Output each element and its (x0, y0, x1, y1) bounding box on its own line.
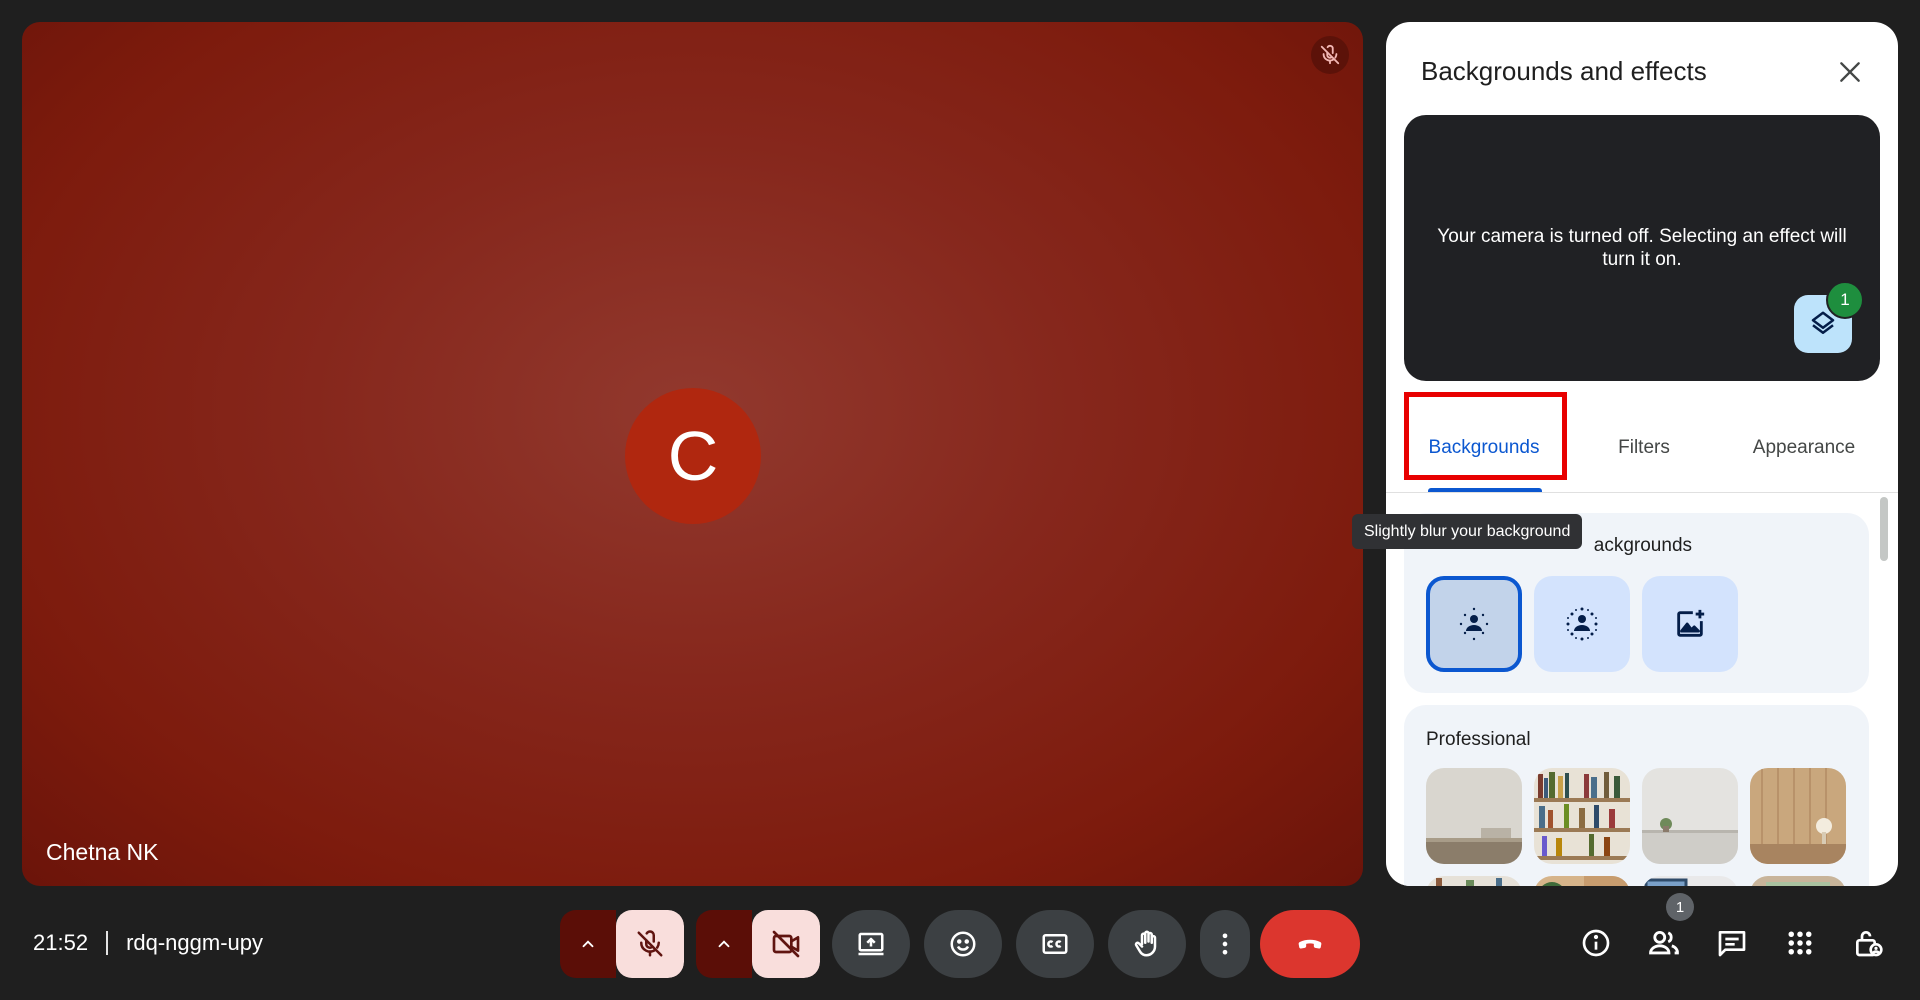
present-screen-icon (858, 932, 884, 956)
add-background-button[interactable] (1642, 576, 1738, 672)
background-thumbnail[interactable] (1642, 768, 1738, 864)
active-tab-indicator (1428, 488, 1542, 492)
raise-hand-button[interactable] (1108, 910, 1186, 978)
background-thumbnail[interactable] (1750, 768, 1846, 864)
chevron-up-icon (582, 940, 594, 948)
green-room-image (1750, 876, 1846, 886)
background-thumbnail[interactable] (1426, 876, 1522, 886)
wall-room-image (1426, 768, 1522, 864)
close-icon (1840, 62, 1860, 82)
people-count-badge: 1 (1666, 893, 1694, 921)
add-image-icon (1677, 609, 1705, 637)
effects-count-badge: 1 (1826, 281, 1864, 319)
host-controls-icon (1856, 931, 1883, 957)
end-call-icon (1298, 939, 1322, 949)
tab-label: Filters (1618, 437, 1670, 458)
blur-icon (1566, 607, 1598, 641)
microphone-control (560, 910, 684, 978)
more-options-icon (1222, 933, 1228, 955)
camera-toggle-button[interactable] (752, 910, 820, 978)
emoji-icon (950, 931, 976, 957)
audio-settings-button[interactable] (560, 910, 616, 978)
reactions-button[interactable] (924, 910, 1002, 978)
wood-panel-image (1750, 768, 1846, 864)
panel-scrollbar[interactable] (1880, 497, 1888, 561)
camera-off-icon (772, 930, 800, 958)
mic-off-icon (637, 930, 663, 957)
blur-button[interactable] (1534, 576, 1630, 672)
captions-button[interactable] (1016, 910, 1094, 978)
clock-time: 21:52 (33, 930, 89, 955)
background-thumbnail[interactable] (1534, 768, 1630, 864)
divider (106, 931, 109, 955)
backgrounds-list[interactable]: Blur and personal backgrounds (1386, 493, 1898, 886)
video-settings-button[interactable] (696, 910, 752, 978)
end-call-button[interactable] (1260, 910, 1360, 978)
participant-name: Chetna NK (46, 839, 159, 865)
chat-icon (1718, 931, 1746, 957)
meeting-info: 21:52 rdq-nggm-upy (33, 930, 263, 956)
activities-icon (1788, 931, 1812, 955)
host-controls-button[interactable] (1848, 923, 1888, 963)
plant-room-image (1534, 876, 1630, 886)
background-thumbnail[interactable] (1642, 876, 1738, 886)
slight-blur-button[interactable] (1426, 576, 1522, 672)
meeting-code: rdq-nggm-upy (126, 930, 264, 955)
raise-hand-icon (1134, 930, 1157, 957)
meeting-details-button[interactable] (1576, 923, 1616, 963)
slight-blur-icon (1459, 607, 1489, 641)
info-icon (1582, 929, 1610, 957)
tab-filters[interactable]: Filters (1564, 404, 1724, 492)
professional-backgrounds-card: Professional (1404, 705, 1869, 886)
minimal-room-image (1642, 768, 1738, 864)
camera-control (696, 910, 820, 978)
preview-message: Your camera is turned off. Selecting an … (1437, 226, 1847, 270)
panel-title: Backgrounds and effects (1421, 56, 1707, 86)
background-thumbnail[interactable] (1750, 876, 1846, 886)
tab-label: Appearance (1752, 437, 1856, 458)
tab-appearance[interactable]: Appearance (1724, 404, 1884, 492)
participant-tile[interactable]: C Chetna NK (22, 22, 1363, 886)
people-button[interactable]: 1 (1644, 893, 1694, 963)
avatar-letter: C (667, 417, 719, 495)
people-icon (1649, 930, 1679, 955)
shelf-room-image (1426, 876, 1522, 886)
more-options-button[interactable] (1200, 910, 1250, 978)
mic-toggle-button[interactable] (616, 910, 684, 978)
bookshelf-image (1534, 768, 1630, 864)
highlight-box (1404, 392, 1567, 480)
background-thumbnail[interactable] (1426, 768, 1522, 864)
professional-heading: Professional (1426, 729, 1531, 750)
captions-icon (1042, 934, 1068, 954)
avatar: C (625, 388, 761, 524)
chat-button[interactable] (1712, 923, 1752, 963)
close-button[interactable] (1832, 54, 1868, 90)
background-thumbnail[interactable] (1534, 876, 1630, 886)
camera-preview: Your camera is turned off. Selecting an … (1404, 115, 1880, 381)
present-screen-button[interactable] (832, 910, 910, 978)
tooltip: Slightly blur your background (1352, 514, 1583, 549)
chevron-up-icon (718, 940, 730, 948)
window-room-image (1642, 876, 1738, 886)
activities-button[interactable] (1780, 923, 1820, 963)
backgrounds-effects-panel: Backgrounds and effects Your camera is t… (1386, 22, 1898, 886)
mic-off-icon (1311, 36, 1349, 74)
effects-layers-button[interactable]: 1 (1794, 281, 1864, 353)
bottom-toolbar: 21:52 rdq-nggm-upy 1 (0, 886, 1920, 1000)
